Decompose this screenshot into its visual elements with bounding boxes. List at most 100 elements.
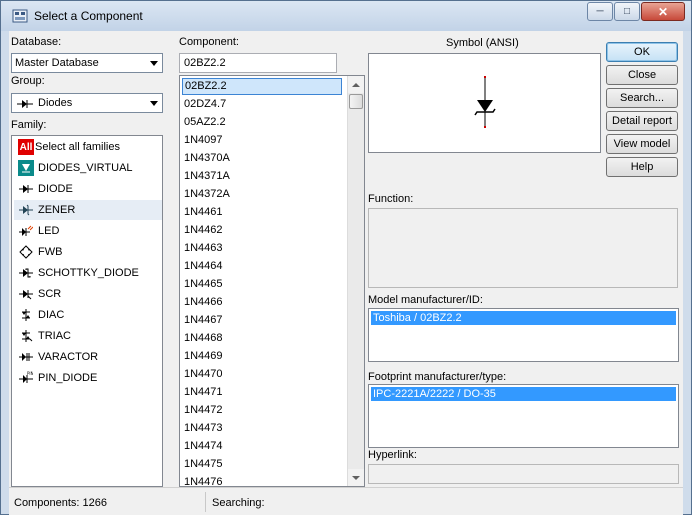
components-count: Components: 1266 xyxy=(14,497,107,509)
family-item-diodes-virtual[interactable]: DIODES_VIRTUAL xyxy=(14,158,162,178)
component-list-item[interactable]: 1N4461 xyxy=(182,204,342,221)
varactor-icon xyxy=(18,349,34,365)
chevron-down-icon xyxy=(150,61,158,66)
component-list-item[interactable]: 1N4469 xyxy=(182,348,342,365)
component-list-item[interactable]: 1N4370A xyxy=(182,150,342,167)
bridge-rectifier-icon xyxy=(18,244,34,260)
function-label: Function: xyxy=(368,193,414,205)
diac-icon xyxy=(18,307,34,323)
symbol-preview xyxy=(368,53,601,153)
title-bar[interactable]: Select a Component ─ □ ✕ xyxy=(1,1,691,31)
scroll-up-button[interactable] xyxy=(348,76,364,93)
component-list-item[interactable]: 02BZ2.2 xyxy=(182,78,342,95)
select-component-dialog: Select a Component ─ □ ✕ Database: Maste… xyxy=(0,0,692,515)
detail-report-button[interactable]: Detail report xyxy=(606,111,678,131)
footprint-item-selected[interactable]: IPC-2221A/2222 / DO-35 xyxy=(371,387,676,401)
ok-button[interactable]: OK xyxy=(606,42,678,62)
close-button[interactable]: Close xyxy=(606,65,678,85)
component-list-item[interactable]: 1N4464 xyxy=(182,258,342,275)
family-item-zener[interactable]: ZENER xyxy=(14,200,162,220)
close-window-button[interactable]: ✕ xyxy=(641,2,685,21)
footprint-list[interactable]: IPC-2221A/2222 / DO-35 xyxy=(368,384,679,448)
component-list-item[interactable]: 02DZ4.7 xyxy=(182,96,342,113)
family-item-diac[interactable]: DIAC xyxy=(14,305,162,325)
diode-virtual-icon xyxy=(18,160,34,176)
family-item-label: ZENER xyxy=(38,204,76,216)
family-item-triac[interactable]: TRIAC xyxy=(14,326,162,346)
database-label: Database: xyxy=(11,36,62,48)
family-item-pin-diode[interactable]: PIN PIN_DIODE xyxy=(14,368,162,388)
component-search-input[interactable] xyxy=(179,53,337,73)
component-list-item[interactable]: 1N4463 xyxy=(182,240,342,257)
view-model-button[interactable]: View model xyxy=(606,134,678,154)
family-item-label: SCHOTTKY_DIODE xyxy=(38,267,139,279)
family-item-diode[interactable]: DIODE xyxy=(14,179,162,199)
function-box xyxy=(368,208,678,288)
component-list-scrollbar[interactable] xyxy=(347,76,364,486)
hyperlink-label: Hyperlink: xyxy=(368,449,417,461)
database-combo[interactable]: Master Database xyxy=(11,53,163,73)
component-list-item[interactable]: 1N4473 xyxy=(182,420,342,437)
zener-icon xyxy=(18,202,34,218)
model-list[interactable]: Toshiba / 02BZ2.2 xyxy=(368,308,679,362)
minimize-button[interactable]: ─ xyxy=(587,2,613,21)
component-list-item[interactable]: 1N4476 xyxy=(182,474,342,486)
scroll-down-button[interactable] xyxy=(348,469,364,486)
family-list[interactable]: All Select all families DIODES_VIRTUAL D… xyxy=(11,135,163,487)
model-label: Model manufacturer/ID: xyxy=(368,294,483,306)
family-item-varactor[interactable]: VARACTOR xyxy=(14,347,162,367)
component-list-item[interactable]: 05AZ2.2 xyxy=(182,114,342,131)
component-list-item[interactable]: 1N4466 xyxy=(182,294,342,311)
model-item-selected[interactable]: Toshiba / 02BZ2.2 xyxy=(371,311,676,325)
search-button[interactable]: Search... xyxy=(606,88,678,108)
family-label: Family: xyxy=(11,119,47,131)
component-list-item[interactable]: 1N4465 xyxy=(182,276,342,293)
family-item-label: PIN_DIODE xyxy=(38,372,98,384)
group-combo[interactable]: Diodes xyxy=(11,93,163,113)
component-list[interactable]: 02BZ2.2 02DZ4.7 05AZ2.2 1N4097 1N4370A 1N4371… xyxy=(179,75,365,487)
searching-status: Searching: xyxy=(212,497,265,509)
component-list-item[interactable]: 1N4467 xyxy=(182,312,342,329)
chevron-down-icon xyxy=(150,101,158,106)
minimize-icon: ─ xyxy=(596,6,604,17)
family-item-label: FWB xyxy=(38,246,63,258)
family-item-label: DIODES_VIRTUAL xyxy=(38,162,133,174)
footprint-label: Footprint manufacturer/type: xyxy=(368,371,507,383)
component-list-item[interactable]: 1N4475 xyxy=(182,456,342,473)
component-list-item[interactable]: 1N4472 xyxy=(182,402,342,419)
component-list-item[interactable]: 1N4468 xyxy=(182,330,342,347)
family-item-label: SCR xyxy=(38,288,62,300)
all-icon: All xyxy=(18,139,34,155)
family-item-led[interactable]: LED xyxy=(14,221,162,241)
help-button[interactable]: Help xyxy=(606,157,678,177)
pin-diode-icon: PIN xyxy=(18,370,34,386)
arrow-down-icon xyxy=(352,475,360,480)
component-list-item[interactable]: 1N4372A xyxy=(182,186,342,203)
maximize-icon: □ xyxy=(623,6,631,17)
family-item-label: LED xyxy=(38,225,60,237)
family-item-select-all[interactable]: All Select all families xyxy=(14,137,162,157)
status-bar: Components: 1266 Searching: xyxy=(9,487,683,515)
component-search-field[interactable] xyxy=(180,54,336,72)
family-item-schottky-diode[interactable]: SCHOTTKY_DIODE xyxy=(14,263,162,283)
database-value: Master Database xyxy=(15,57,99,69)
component-list-item[interactable]: 1N4474 xyxy=(182,438,342,455)
group-value: Diodes xyxy=(38,97,73,109)
group-label: Group: xyxy=(11,75,45,87)
component-list-item[interactable]: 1N4462 xyxy=(182,222,342,239)
scroll-thumb[interactable] xyxy=(349,94,363,109)
component-label: Component: xyxy=(179,36,239,48)
maximize-button[interactable]: □ xyxy=(614,2,640,21)
component-list-item[interactable]: 1N4471 xyxy=(182,384,342,401)
family-item-fwb[interactable]: FWB xyxy=(14,242,162,262)
component-list-item[interactable]: 1N4097 xyxy=(182,132,342,149)
window-title: Select a Component xyxy=(34,9,143,23)
status-separator xyxy=(205,492,206,512)
component-list-item[interactable]: 1N4371A xyxy=(182,168,342,185)
schottky-icon xyxy=(18,265,34,281)
family-item-scr[interactable]: SCR xyxy=(14,284,162,304)
family-item-label: VARACTOR xyxy=(38,351,99,363)
component-list-item[interactable]: 1N4470 xyxy=(182,366,342,383)
family-item-label: TRIAC xyxy=(38,330,71,342)
close-icon: ✕ xyxy=(657,4,669,19)
